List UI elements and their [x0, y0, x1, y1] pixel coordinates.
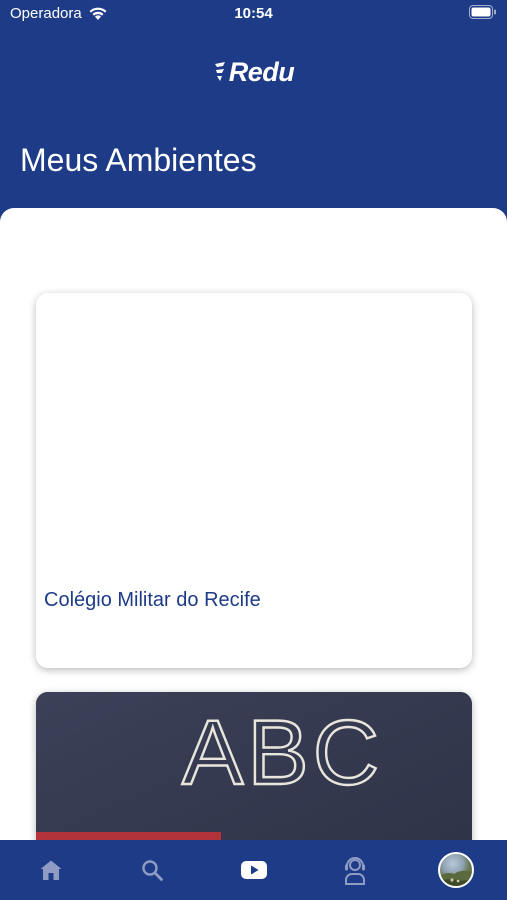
avatar — [438, 852, 474, 888]
page-title: Meus Ambientes — [20, 142, 257, 178]
environment-card[interactable]: ABC — [36, 692, 472, 848]
search-icon — [142, 860, 163, 881]
chalkboard-image: ABC — [36, 692, 472, 848]
home-icon — [40, 860, 62, 880]
battery-icon — [469, 5, 497, 23]
app-logo: Redu — [0, 52, 507, 92]
environments-list[interactable]: Colégio Militar do Recife ABC — [0, 208, 507, 848]
support-agent-icon — [345, 857, 365, 885]
tab-search[interactable] — [132, 852, 172, 888]
tab-home[interactable] — [31, 852, 71, 888]
status-bar: Operadora 10:54 — [0, 0, 507, 28]
tab-bar — [0, 840, 507, 900]
play-icon — [241, 861, 267, 879]
logo-text: Redu — [228, 56, 295, 87]
chalk-text: ABC — [182, 702, 383, 804]
tab-profile[interactable] — [436, 852, 476, 888]
tab-videos[interactable] — [234, 852, 274, 888]
environment-name: Colégio Militar do Recife — [44, 589, 261, 611]
environment-card[interactable]: Colégio Militar do Recife — [36, 293, 472, 668]
clock: 10:54 — [234, 5, 273, 22]
tab-support[interactable] — [335, 852, 375, 888]
logo-mark-icon — [214, 62, 225, 81]
